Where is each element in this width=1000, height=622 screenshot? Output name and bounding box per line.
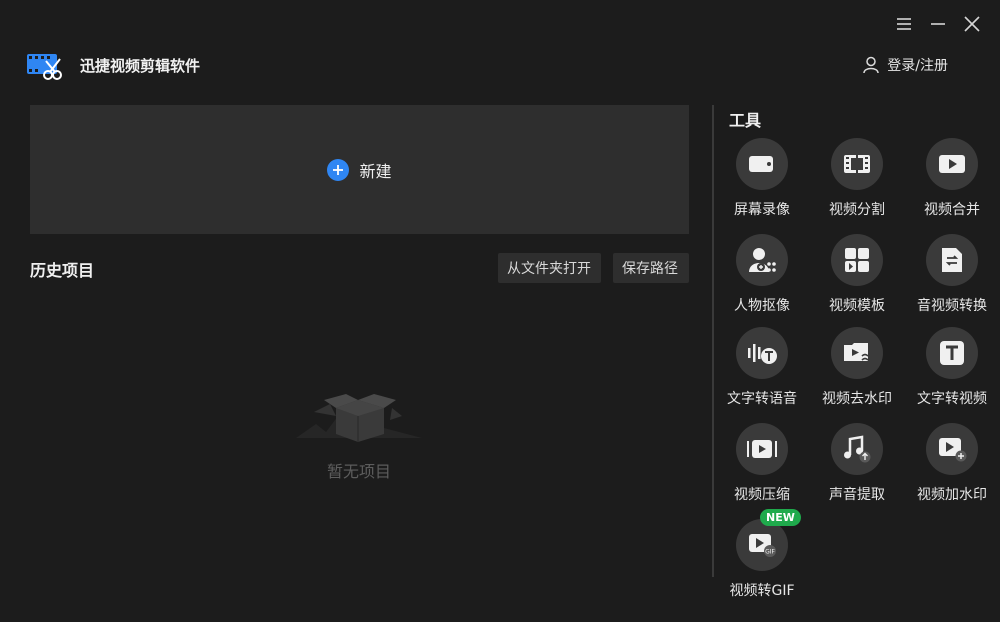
app-logo-icon	[26, 51, 62, 83]
tool-label: 视频模板	[829, 298, 885, 314]
tool-label: 人物抠像	[734, 298, 790, 314]
tool-video-compress[interactable]: 视频压缩	[716, 423, 808, 504]
tool-label: 音视频转换	[917, 298, 987, 314]
tool-video-to-gif[interactable]: GIF NEW 视频转GIF	[716, 509, 808, 600]
tool-label: 视频压缩	[734, 487, 790, 503]
person-cutout-icon	[736, 234, 788, 286]
empty-history-text: 暂无项目	[326, 462, 391, 481]
tool-text-to-speech[interactable]: 文字转语音	[716, 327, 808, 408]
new-project-button[interactable]: 新建	[327, 158, 392, 182]
tool-remove-watermark[interactable]: 视频去水印	[811, 327, 903, 408]
new-badge: NEW	[760, 509, 801, 526]
tool-label: 视频去水印	[822, 391, 892, 407]
menu-icon[interactable]	[894, 14, 914, 34]
minimize-icon[interactable]	[928, 14, 948, 34]
login-label: 登录/注册	[887, 58, 948, 74]
text-to-speech-icon	[736, 327, 788, 379]
tool-video-template[interactable]: 视频模板	[811, 234, 903, 315]
open-from-folder-button[interactable]: 从文件夹打开	[498, 253, 601, 283]
tool-label: 声音提取	[829, 487, 885, 503]
remove-watermark-icon	[831, 327, 883, 379]
tool-label: 文字转视频	[917, 391, 987, 407]
tool-label: 视频合并	[924, 202, 980, 218]
tool-label: 屏幕录像	[734, 202, 790, 218]
new-project-panel[interactable]: 新建	[30, 105, 689, 234]
history-title: 历史项目	[30, 261, 95, 280]
new-project-label: 新建	[359, 161, 392, 181]
template-icon	[831, 234, 883, 286]
text-to-video-icon	[926, 327, 978, 379]
tool-label: 文字转语音	[727, 391, 797, 407]
video-compress-icon	[736, 423, 788, 475]
divider	[712, 105, 714, 577]
tool-audio-extract[interactable]: 声音提取	[811, 423, 903, 504]
close-icon[interactable]	[962, 14, 982, 34]
svg-text:GIF: GIF	[765, 549, 775, 556]
tool-add-watermark[interactable]: 视频加水印	[906, 423, 998, 504]
tool-label: 视频转GIF	[729, 583, 795, 599]
save-path-button[interactable]: 保存路径	[613, 253, 689, 283]
tool-av-convert[interactable]: 音视频转换	[906, 234, 998, 315]
user-icon	[863, 56, 880, 74]
tool-label: 视频分割	[829, 202, 885, 218]
tools-title: 工具	[729, 111, 762, 130]
tool-label: 视频加水印	[917, 487, 987, 503]
add-watermark-icon	[926, 423, 978, 475]
tool-video-split[interactable]: 视频分割	[811, 138, 903, 219]
tool-video-merge[interactable]: 视频合并	[906, 138, 998, 219]
file-convert-icon	[926, 234, 978, 286]
empty-box-icon	[296, 386, 422, 446]
app-title: 迅捷视频剪辑软件	[80, 57, 201, 75]
camera-icon	[736, 138, 788, 190]
plus-icon	[327, 158, 350, 181]
audio-extract-icon	[831, 423, 883, 475]
video-merge-icon	[926, 138, 978, 190]
video-to-gif-icon: GIF NEW	[736, 509, 801, 571]
tool-text-to-video[interactable]: 文字转视频	[906, 327, 998, 408]
window-controls	[894, 14, 982, 34]
film-split-icon	[831, 138, 883, 190]
tool-person-cutout[interactable]: 人物抠像	[716, 234, 808, 315]
login-button[interactable]: 登录/注册	[863, 55, 948, 75]
tool-screen-record[interactable]: 屏幕录像	[716, 138, 808, 219]
